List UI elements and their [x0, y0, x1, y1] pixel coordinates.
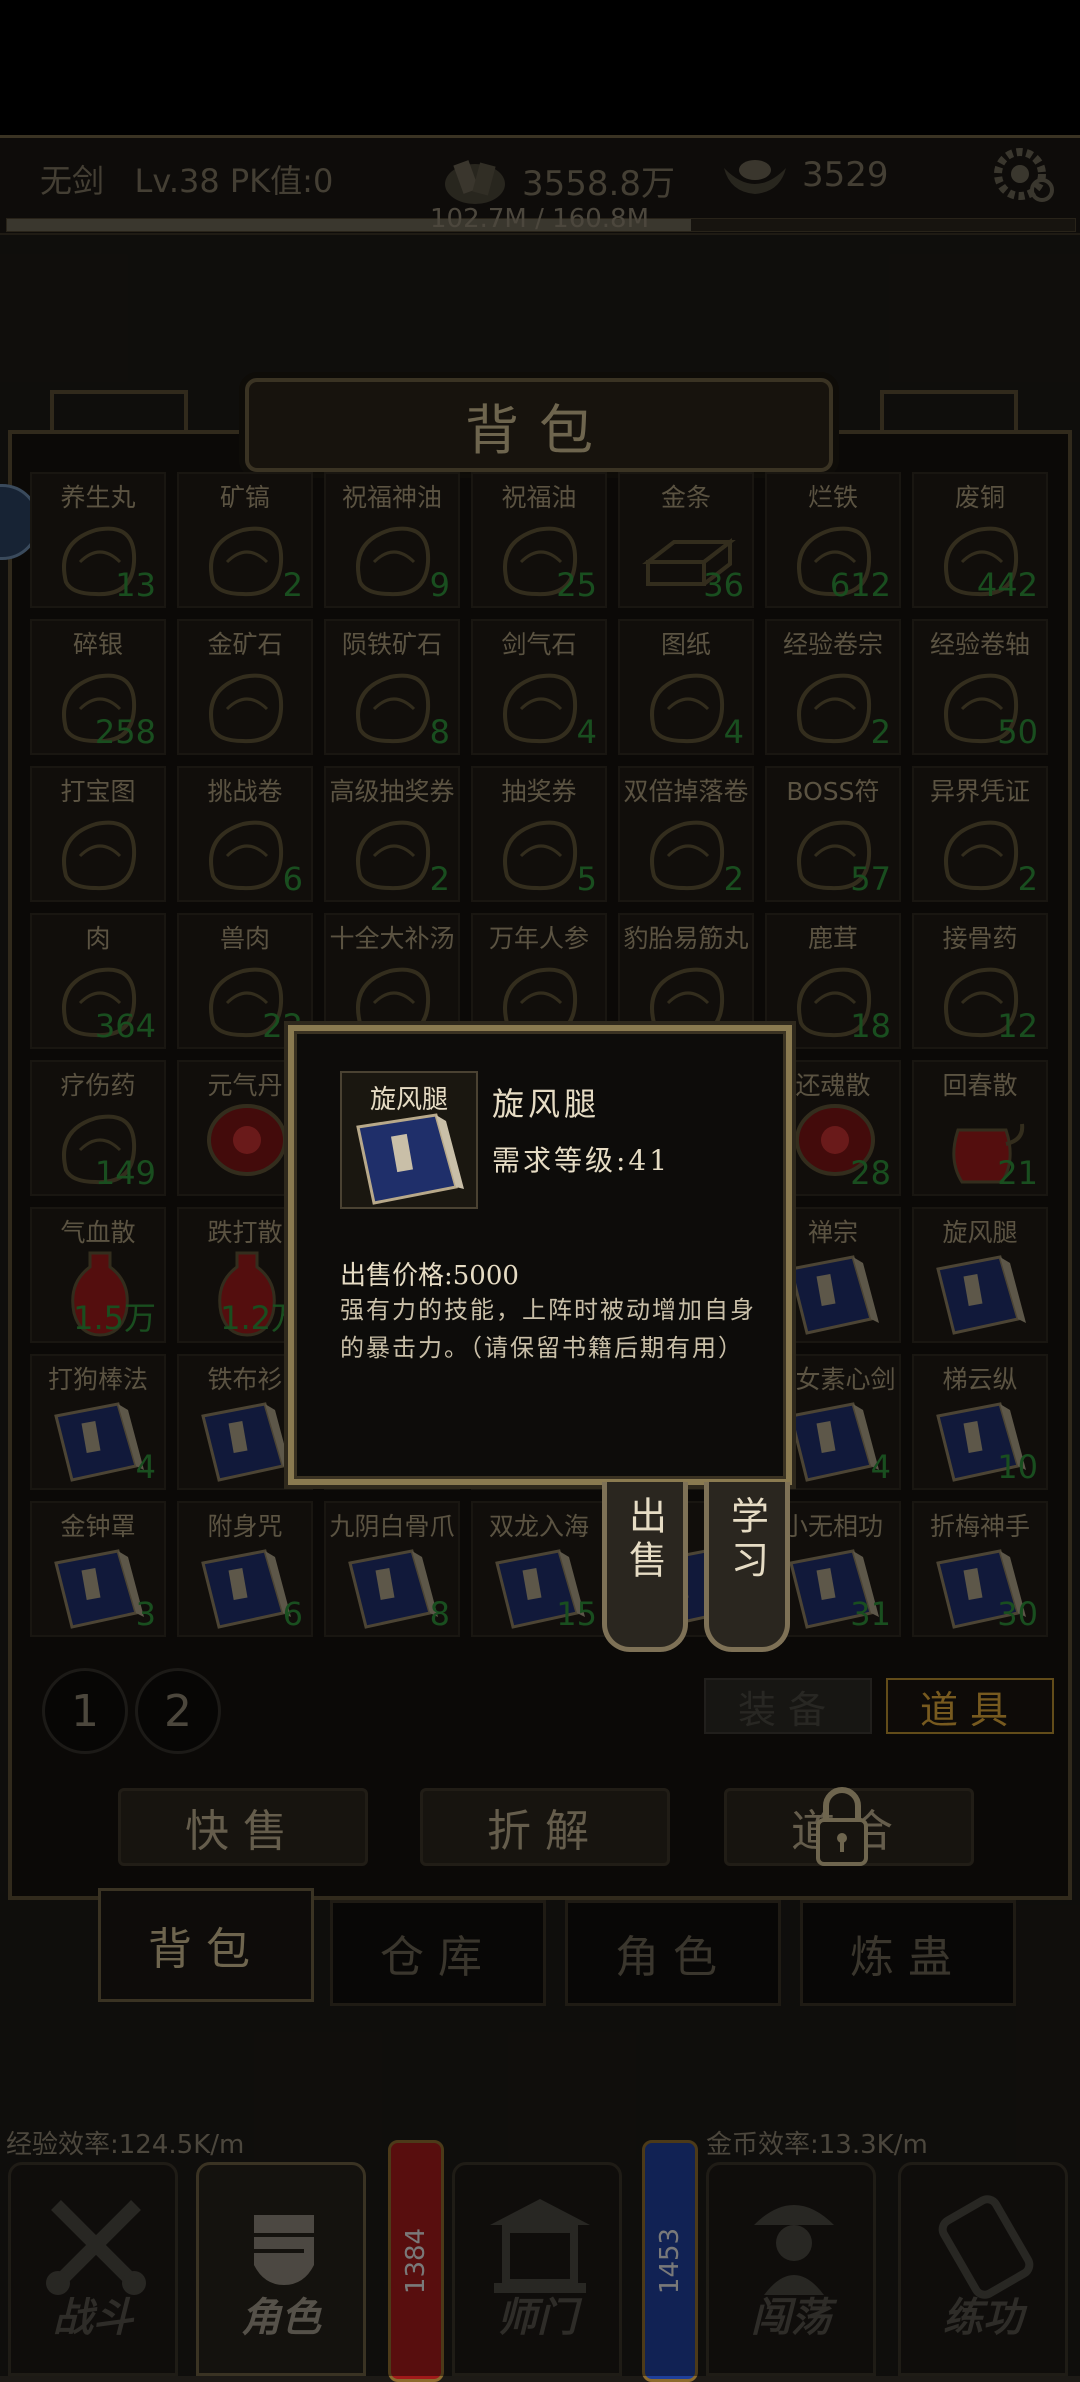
sell-price: 出售价格:5000	[340, 1261, 519, 1291]
item-detail-dialog: 旋风腿 旋风腿 需求等级:41 出售价格:5000 强有力的技能，上阵时被动增加…	[288, 1025, 792, 1485]
sell-label: 出售	[622, 1496, 667, 1584]
item-book-thumbnail: 旋风腿	[340, 1071, 478, 1209]
learn-button[interactable]: 学习	[704, 1482, 790, 1652]
sell-button[interactable]: 出售	[602, 1482, 688, 1652]
level-requirement: 需求等级:41	[492, 1144, 671, 1177]
learn-label: 学习	[724, 1496, 769, 1584]
item-name: 旋风腿	[492, 1085, 601, 1123]
book-icon	[356, 1113, 464, 1205]
item-description: 强有力的技能，上阵时被动增加自身的暴击力。（请保留书籍后期有用）	[340, 1296, 756, 1362]
